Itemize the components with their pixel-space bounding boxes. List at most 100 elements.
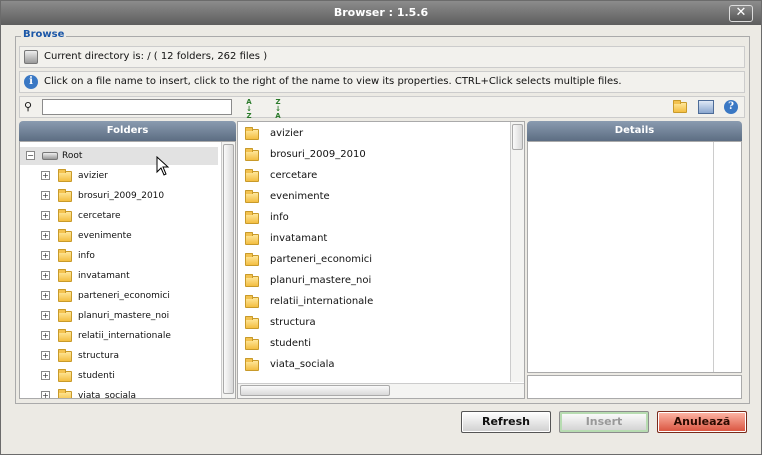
- tree-item[interactable]: + structura: [20, 347, 218, 365]
- tree-item[interactable]: + parteneri_economici: [20, 287, 218, 305]
- file-list-item[interactable]: structura: [238, 312, 508, 333]
- expand-icon[interactable]: +: [41, 311, 50, 320]
- file-list-item[interactable]: relatii_internationale: [238, 291, 508, 312]
- folder-icon: [58, 289, 72, 302]
- folder-icon: [245, 253, 259, 266]
- tree-item[interactable]: + evenimente: [20, 227, 218, 245]
- expand-icon[interactable]: +: [41, 191, 50, 200]
- details-footer: [527, 375, 742, 399]
- expand-icon[interactable]: +: [41, 251, 50, 260]
- file-list-item[interactable]: viata_sociala: [238, 354, 508, 375]
- tree-item-label: evenimente: [78, 231, 132, 241]
- file-item-label: cercetare: [270, 170, 318, 181]
- folders-scroll-thumb[interactable]: [223, 144, 234, 394]
- hint-bar: i Click on a file name to insert, click …: [19, 71, 745, 93]
- tree-item[interactable]: + viata_sociala: [20, 387, 218, 399]
- insert-button[interactable]: Insert: [559, 411, 649, 433]
- files-pane: avizier brosuri_2009_2010 cercetare evenime…: [237, 121, 525, 399]
- expand-icon[interactable]: +: [41, 171, 50, 180]
- expand-icon[interactable]: +: [41, 211, 50, 220]
- file-item-label: invatamant: [270, 233, 328, 244]
- folder-icon: [58, 189, 72, 202]
- new-folder-icon[interactable]: [673, 100, 687, 113]
- folders-pane: − Root + avizier + brosuri_2009_2010 + cercetar…: [19, 141, 236, 399]
- expand-icon[interactable]: +: [41, 331, 50, 340]
- tree-item-label: studenti: [78, 371, 115, 381]
- file-list-item[interactable]: parteneri_economici: [238, 249, 508, 270]
- file-list-item[interactable]: cercetare: [238, 165, 508, 186]
- drive-icon: [42, 152, 58, 160]
- folder-icon: [58, 329, 72, 342]
- file-list-item[interactable]: avizier: [238, 123, 508, 144]
- files-hscroll-thumb[interactable]: [240, 385, 390, 396]
- expand-icon[interactable]: +: [41, 231, 50, 240]
- tree-item-label: info: [78, 251, 95, 261]
- directory-text: Current directory is: / ( 12 folders, 26…: [44, 51, 268, 62]
- sort-za-icon[interactable]: Z ↓ A: [269, 99, 287, 120]
- browse-legend: Browse: [21, 29, 67, 40]
- tree-item[interactable]: + planuri_mastere_noi: [20, 307, 218, 325]
- close-button[interactable]: ✕: [729, 5, 753, 22]
- file-item-label: parteneri_economici: [270, 254, 373, 265]
- file-list-item[interactable]: evenimente: [238, 186, 508, 207]
- cancel-button[interactable]: Anulează: [657, 411, 747, 433]
- expand-icon[interactable]: +: [41, 391, 50, 398]
- tree-root[interactable]: − Root: [20, 147, 218, 165]
- expand-icon[interactable]: +: [41, 371, 50, 380]
- help-icon[interactable]: ?: [724, 100, 738, 114]
- folder-icon: [58, 229, 72, 242]
- binoculars-icon: ⚲: [24, 100, 33, 113]
- folder-icon: [245, 211, 259, 224]
- folder-icon: [58, 249, 72, 262]
- file-item-label: viata_sociala: [270, 359, 335, 370]
- files-scroll-thumb[interactable]: [512, 124, 523, 150]
- expand-icon[interactable]: +: [41, 351, 50, 360]
- folder-icon: [245, 148, 259, 161]
- refresh-button[interactable]: Refresh: [461, 411, 551, 433]
- directory-bar: Current directory is: / ( 12 folders, 26…: [19, 46, 745, 68]
- tree-item-label: structura: [78, 351, 120, 361]
- file-list-item[interactable]: invatamant: [238, 228, 508, 249]
- file-list-item[interactable]: brosuri_2009_2010: [238, 144, 508, 165]
- folder-icon: [58, 309, 72, 322]
- expand-icon[interactable]: +: [41, 271, 50, 280]
- tree-item[interactable]: + info: [20, 247, 218, 265]
- folder-icon: [245, 295, 259, 308]
- sort-az-icon[interactable]: A ↓ Z: [240, 99, 258, 120]
- tree-item[interactable]: + invatamant: [20, 267, 218, 285]
- file-item-label: structura: [270, 317, 316, 328]
- upload-icon[interactable]: [698, 100, 714, 114]
- folder-icon: [58, 369, 72, 382]
- folders-header: Folders: [19, 121, 236, 141]
- file-item-label: evenimente: [270, 191, 330, 202]
- folder-icon: [245, 274, 259, 287]
- file-list-item[interactable]: info: [238, 207, 508, 228]
- tree-root-label: Root: [62, 151, 83, 161]
- folder-icon: [245, 358, 259, 371]
- folder-icon: [58, 209, 72, 222]
- tree-item[interactable]: + relatii_internationale: [20, 327, 218, 345]
- file-list-item[interactable]: studenti: [238, 333, 508, 354]
- files-hscrollbar[interactable]: [238, 383, 524, 398]
- file-list-item[interactable]: planuri_mastere_noi: [238, 270, 508, 291]
- search-input[interactable]: [42, 99, 232, 115]
- folder-icon: [245, 337, 259, 350]
- tree-item[interactable]: + avizier: [20, 167, 218, 185]
- tree-item[interactable]: + cercetare: [20, 207, 218, 225]
- folder-icon: [245, 190, 259, 203]
- folder-icon: [58, 269, 72, 282]
- folder-icon: [58, 349, 72, 362]
- tree-item-label: avizier: [78, 171, 108, 181]
- tree-item[interactable]: + studenti: [20, 367, 218, 385]
- tree-item[interactable]: + brosuri_2009_2010: [20, 187, 218, 205]
- tree-item-label: planuri_mastere_noi: [78, 311, 170, 321]
- details-pane: [527, 141, 742, 373]
- folders-scrollbar[interactable]: [221, 142, 235, 398]
- expand-icon[interactable]: +: [41, 291, 50, 300]
- collapse-icon[interactable]: −: [26, 151, 35, 160]
- files-scrollbar[interactable]: [510, 122, 524, 382]
- tree-item-label: cercetare: [78, 211, 121, 221]
- browser-window: Browser : 1.5.6 ✕ Browse Current directo…: [0, 0, 762, 455]
- tree-item-label: viata_sociala: [78, 391, 137, 399]
- file-item-label: studenti: [270, 338, 312, 349]
